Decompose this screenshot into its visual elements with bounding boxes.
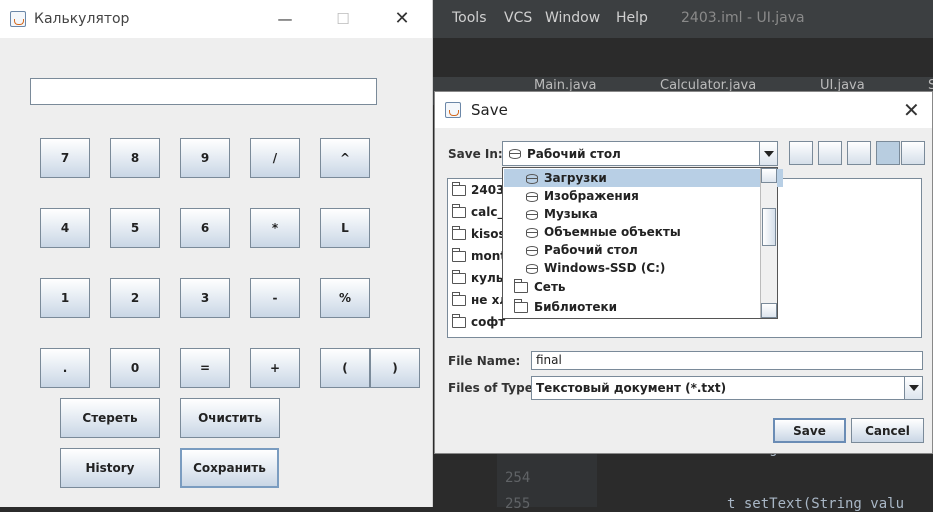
save-dialog: Save ✕ Save In: Рабочий стол 2403 calc_ … [434,91,933,454]
key-8-button[interactable]: 8 [110,138,160,178]
minimize-icon[interactable]: — [274,9,296,29]
key-2-button[interactable]: 2 [110,278,160,318]
save-dialog-title: Save [471,101,508,119]
key-3-button[interactable]: 3 [180,278,230,318]
disk-icon [526,173,538,184]
key-divide-button[interactable]: / [250,138,300,178]
line-number: 254 [505,470,531,486]
dialog-save-button[interactable]: Save [773,418,846,443]
folder-icon [452,270,466,284]
disk-icon [526,209,538,220]
disk-icon [526,263,538,274]
dropdown-item[interactable]: Объемные объекты [504,223,783,241]
key-dot-button[interactable]: . [40,348,90,388]
folder-icon [452,226,466,240]
close-icon[interactable]: ✕ [391,9,413,29]
calculator-window: Калькулятор — ☐ ✕ 7 8 9 / ^ 4 5 6 * L 1 … [0,0,433,507]
calculator-title: Калькулятор [34,11,130,27]
dropdown-item[interactable]: Рабочий стол [504,241,783,259]
dropdown-item[interactable]: Музыка [504,205,783,223]
up-one-level-button[interactable] [789,141,813,165]
scrollbar-thumb[interactable] [762,208,776,246]
key-9-button[interactable]: 9 [180,138,230,178]
folder-icon [514,299,528,313]
key-1-button[interactable]: 1 [40,278,90,318]
dropdown-item[interactable]: Загрузки [504,169,783,187]
dropdown-scrollbar[interactable] [760,168,777,318]
key-6-button[interactable]: 6 [180,208,230,248]
file-name-input[interactable]: final [531,351,923,370]
clear-button[interactable]: Очистить [180,398,280,438]
list-item[interactable]: 2403 [452,182,504,201]
list-item[interactable]: не хл [452,292,508,311]
dropdown-item[interactable]: Библиотеки [504,298,771,316]
folder-icon [452,248,466,262]
disk-icon [509,149,521,159]
ide-menu-window[interactable]: Window [545,10,600,26]
key-close-paren-button[interactable]: ) [370,348,420,388]
disk-icon [526,245,538,256]
file-name-label: File Name: [448,354,521,368]
key-5-button[interactable]: 5 [110,208,160,248]
scroll-down-icon[interactable] [761,303,777,318]
list-item[interactable]: софт [452,314,505,333]
ide-menu-help[interactable]: Help [616,10,648,26]
key-log-button[interactable]: L [320,208,370,248]
home-button[interactable] [818,141,842,165]
list-item[interactable]: kisos [452,226,506,245]
list-item[interactable]: calc_ [452,204,503,223]
key-minus-button[interactable]: - [250,278,300,318]
disk-icon [526,227,538,238]
calculator-display[interactable] [30,78,377,105]
save-dialog-titlebar[interactable]: Save ✕ [435,92,932,128]
folder-icon [452,204,466,218]
dropdown-item[interactable]: Сеть [504,278,771,296]
java-icon [445,102,461,118]
dialog-cancel-button[interactable]: Cancel [851,418,924,443]
key-power-button[interactable]: ^ [320,138,370,178]
files-of-type-value: Текстовый документ (*.txt) [536,381,727,395]
close-icon[interactable]: ✕ [903,98,920,122]
save-in-value: Рабочий стол [527,147,621,161]
line-number: 255 [505,496,531,512]
save-in-dropdown[interactable]: Загрузки Изображения Музыка Объемные объ… [502,167,783,319]
ide-menu-tools[interactable]: Tools [452,10,487,26]
calculator-titlebar[interactable]: Калькулятор — ☐ ✕ [0,0,432,38]
save-button[interactable]: Сохранить [180,448,279,488]
ide-title: 2403.iml - UI.java [681,10,805,26]
key-7-button[interactable]: 7 [40,138,90,178]
save-in-combo[interactable]: Рабочий стол [502,141,778,166]
key-percent-button[interactable]: % [320,278,370,318]
key-plus-button[interactable]: + [250,348,300,388]
key-open-paren-button[interactable]: ( [320,348,370,388]
key-4-button[interactable]: 4 [40,208,90,248]
folder-icon [452,182,466,196]
erase-button[interactable]: Стереть [60,398,160,438]
java-icon [10,11,26,27]
details-view-button[interactable] [901,141,925,165]
dropdown-item[interactable]: Windows-SSD (C:) [504,259,783,277]
folder-icon [514,279,528,293]
list-view-button[interactable] [876,141,900,165]
disk-icon [526,191,538,202]
files-of-type-label: Files of Type: [448,381,538,395]
folder-icon [452,314,466,328]
scroll-up-icon[interactable] [761,168,777,183]
key-0-button[interactable]: 0 [110,348,160,388]
chevron-down-icon[interactable] [759,142,777,165]
code-line: t setText(String valu [727,496,905,512]
key-multiply-button[interactable]: * [250,208,300,248]
chevron-down-icon[interactable] [904,377,922,399]
files-of-type-combo[interactable]: Текстовый документ (*.txt) [531,376,923,400]
dropdown-item[interactable]: Изображения [504,187,783,205]
save-in-label: Save In: [448,147,503,161]
folder-icon [452,292,466,306]
ide-menu-vcs[interactable]: VCS [504,10,532,26]
new-folder-button[interactable] [847,141,871,165]
key-equals-button[interactable]: = [180,348,230,388]
history-button[interactable]: History [60,448,160,488]
maximize-icon: ☐ [336,10,350,28]
